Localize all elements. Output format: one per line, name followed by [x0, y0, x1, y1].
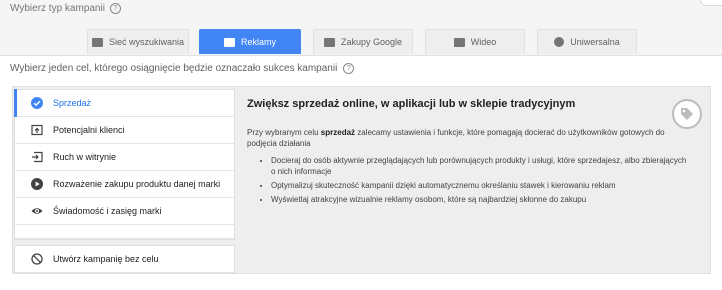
intro-prefix: Przy wybranym celu: [247, 128, 321, 137]
block-icon: [31, 253, 43, 265]
goal-label: Świadomość i zasięg marki: [53, 206, 162, 216]
goal-list-spacer: [15, 225, 234, 239]
tab-label: Reklamy: [240, 37, 276, 47]
goal-label: Potencjalni klienci: [53, 125, 125, 135]
site-traffic-icon: [31, 151, 43, 163]
goal-item-awareness[interactable]: Świadomość i zasięg marki: [15, 198, 234, 225]
goal-item-consideration[interactable]: Rozważenie zakupu produktu danej marki: [15, 171, 234, 198]
tab-shopping[interactable]: Zakupy Google: [313, 29, 413, 54]
tab-search[interactable]: Sieć wyszukiwania: [87, 29, 189, 54]
download-icon: [554, 37, 565, 47]
goal-detail-title: Zwiększ sprzedaż online, w aplikacji lub…: [247, 98, 576, 110]
goal-item-no-goal[interactable]: Utwórz kampanię bez celu: [14, 245, 235, 273]
goal-label: Sprzedaż: [53, 98, 92, 108]
help-icon[interactable]: ?: [109, 3, 121, 14]
detail-bullet: Docieraj do osób aktywnie przeglądającyc…: [271, 155, 691, 177]
play-circle-icon: [31, 178, 43, 190]
check-circle-icon: [31, 97, 43, 109]
intro-bold: sprzedaż: [320, 128, 356, 137]
tab-video[interactable]: Wideo: [425, 29, 525, 54]
goal-label: Rozważenie zakupu produktu danej marki: [53, 179, 221, 189]
tab-universal[interactable]: Uniwersalna: [537, 29, 637, 54]
no-goal-label: Utwórz kampanię bez celu: [53, 254, 159, 264]
display-icon: [223, 37, 235, 47]
tab-label: Uniwersalna: [570, 37, 620, 47]
campaign-type-section: Wybierz typ kampanii ? Sieć wyszukiwania…: [0, 0, 722, 55]
tab-label: Sieć wyszukiwania: [108, 37, 185, 47]
search-icon: [91, 37, 103, 47]
detail-bullet: Optymalizuj skuteczność kampanii dzięki …: [271, 180, 691, 191]
goals-container: Sprzedaż Potencjalni klienci Ruch w witr…: [12, 86, 711, 274]
goal-question: Wybierz jeden cel, którego osiągnięcie b…: [10, 63, 355, 74]
tab-display[interactable]: Reklamy: [199, 29, 301, 54]
campaign-type-question-label: Wybierz typ kampanii: [10, 3, 105, 14]
goal-item-traffic[interactable]: Ruch w witrynie: [15, 144, 234, 171]
video-icon: [453, 37, 465, 47]
campaign-type-tabs: Sieć wyszukiwania Reklamy Zakupy Google …: [87, 29, 637, 54]
leads-icon: [31, 124, 43, 136]
tab-label: Wideo: [470, 37, 497, 47]
corner-card: [700, 0, 722, 6]
campaign-type-question: Wybierz typ kampanii ?: [10, 3, 121, 14]
goal-question-label: Wybierz jeden cel, którego osiągnięcie b…: [10, 63, 338, 74]
help-icon[interactable]: ?: [343, 63, 355, 74]
goal-panel: Wybierz jeden cel, którego osiągnięcie b…: [0, 55, 722, 290]
goal-detail-bullets: Docieraj do osób aktywnie przeglądającyc…: [257, 155, 691, 208]
detail-bullet: Wyświetlaj atrakcyjne wizualnie reklamy …: [271, 194, 691, 205]
tab-label: Zakupy Google: [340, 37, 403, 47]
goal-list: Sprzedaż Potencjalni klienci Ruch w witr…: [14, 89, 235, 240]
goal-item-leads[interactable]: Potencjalni klienci: [15, 117, 234, 144]
tag-icon: [323, 37, 335, 47]
goal-detail-intro: Przy wybranym celu sprzedaż zalecamy ust…: [247, 127, 667, 149]
goal-item-sales[interactable]: Sprzedaż: [14, 89, 234, 117]
goal-label: Ruch w witrynie: [53, 152, 117, 162]
tag-icon: [672, 99, 702, 129]
eye-icon: [31, 205, 43, 217]
